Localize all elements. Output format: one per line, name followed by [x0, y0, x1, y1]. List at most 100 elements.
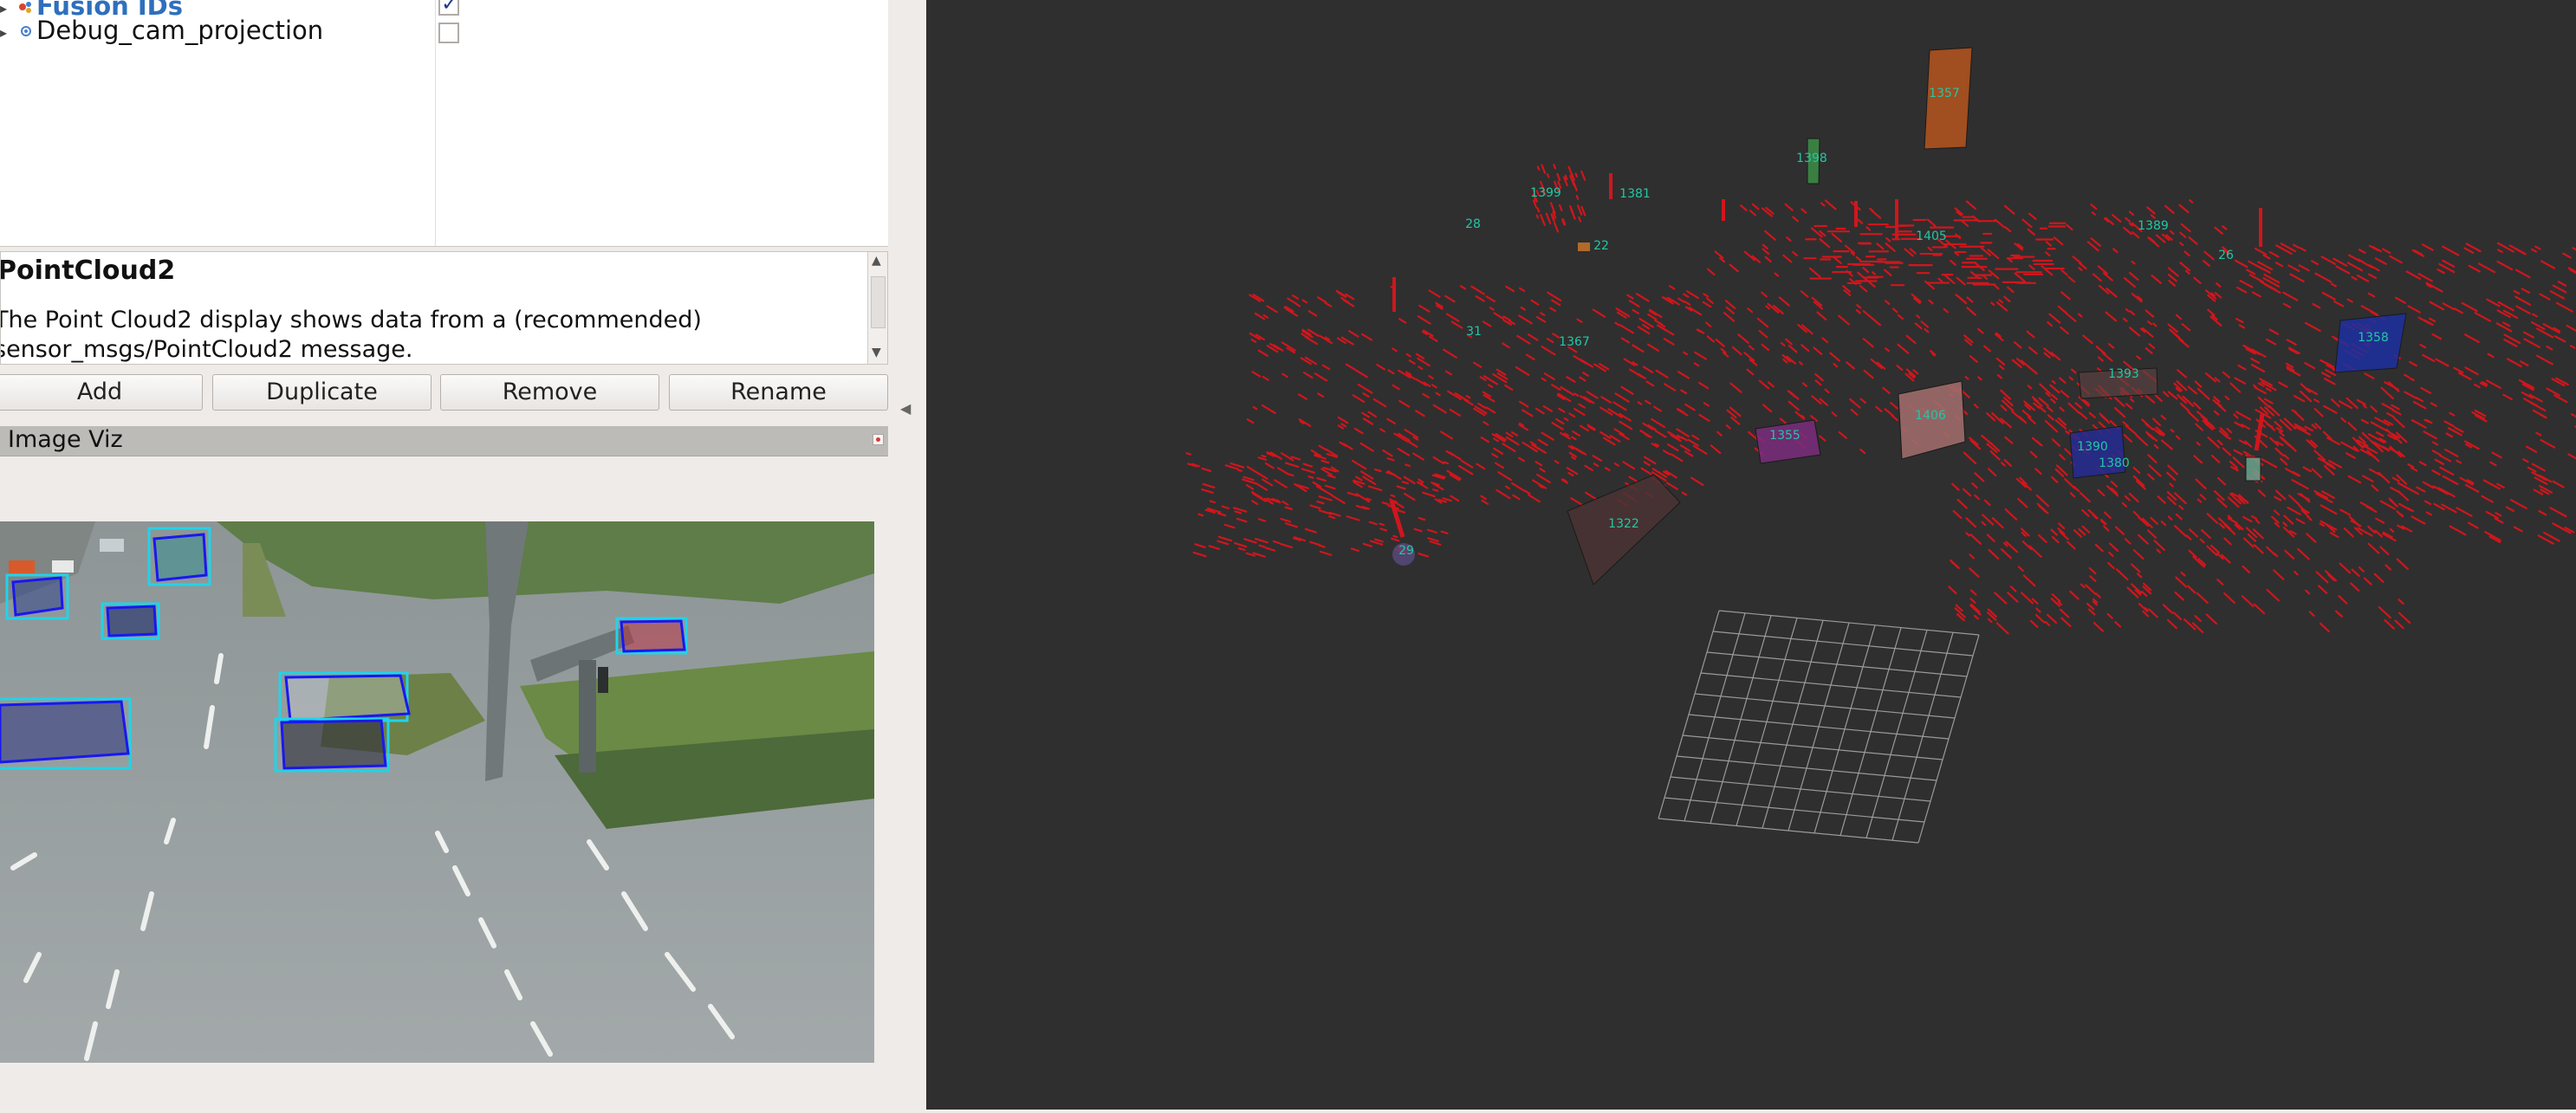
point-cloud-segment: [1705, 321, 1712, 327]
point-cloud-segment: [2431, 469, 2441, 476]
point-cloud-segment: [1691, 434, 1700, 441]
point-cloud-segment: [1245, 484, 1255, 490]
point-cloud-segment: [2388, 381, 2400, 392]
point-cloud-segment: [1331, 495, 1346, 505]
point-cloud-segment: [1470, 285, 1485, 295]
point-cloud-segment: [1604, 466, 1611, 472]
3d-viewport[interactable]: 1357 1398 1399 1381 28 22 1405 1389 26 31 1367 1358…: [926, 0, 2576, 1110]
point-cloud-segment: [1444, 294, 1456, 303]
point-cloud-segment: [1856, 304, 1862, 309]
point-cloud-segment: [2241, 595, 2255, 608]
point-cloud-segment: [1614, 321, 1620, 327]
point-cloud-segment: [2141, 591, 2148, 598]
point-cloud-segment: [2300, 493, 2311, 503]
point-cloud-segment: [2206, 513, 2219, 525]
close-icon[interactable]: [873, 434, 884, 445]
rename-button[interactable]: Rename: [669, 374, 888, 411]
point-cloud-segment: [1600, 396, 1612, 404]
point-cloud-segment: [2358, 249, 2366, 255]
point-cloud-segment: [1798, 361, 1803, 366]
point-cloud-segment: [1859, 398, 1866, 404]
duplicate-button[interactable]: Duplicate: [212, 374, 431, 411]
visibility-checkbox[interactable]: [438, 23, 459, 43]
scroll-up-icon[interactable]: ▲: [872, 254, 881, 268]
collapse-panel-icon[interactable]: ◀: [900, 400, 911, 417]
point-cloud-segment: [1628, 300, 1640, 308]
point-cloud-segment: [2103, 511, 2112, 520]
point-cloud-segment: [2169, 328, 2181, 339]
remove-button[interactable]: Remove: [440, 374, 659, 411]
point-cloud-segment: [2222, 371, 2230, 379]
point-cloud-segment: [1236, 517, 1248, 523]
scroll-down-icon[interactable]: ▼: [872, 346, 881, 359]
point-cloud-segment: [1523, 489, 1531, 495]
point-cloud-segment: [2391, 409, 2402, 416]
point-cloud-segment: [1684, 450, 1694, 457]
point-cloud-segment: [1413, 527, 1423, 533]
point-cloud-segment: [2404, 373, 2410, 379]
point-cloud-segment: [1489, 307, 1495, 311]
point-cloud-segment: [2497, 301, 2515, 312]
point-cloud-segment: [2409, 377, 2415, 382]
point-cloud-segment: [2318, 585, 2328, 594]
point-cloud-segment: [2273, 553, 2279, 558]
point-cloud-segment: [2478, 262, 2496, 274]
point-cloud-segment: [1593, 363, 1606, 372]
point-cloud-segment: [2179, 402, 2190, 412]
point-cloud-segment: [1386, 417, 1396, 425]
point-cloud-segment: [2422, 481, 2435, 489]
point-cloud-segment: [1422, 491, 1436, 498]
point-cloud-segment: [2050, 476, 2059, 483]
point-cloud-segment: [1262, 314, 1269, 319]
point-cloud-segment: [1973, 404, 1979, 409]
point-cloud-segment: [2330, 282, 2337, 288]
point-cloud-segment: [2238, 324, 2246, 329]
description-scrollbar[interactable]: ▲ ▼: [867, 252, 887, 364]
point-cloud-segment: [1403, 492, 1416, 501]
point-cloud-segment: [2474, 312, 2492, 322]
point-cloud-scene[interactable]: 1357 1398 1399 1381 28 22 1405 1389 26 31 1367 1358…: [926, 0, 2576, 1110]
point-cloud-segment: [1535, 407, 1545, 415]
point-cloud-segment: [2339, 508, 2352, 516]
point-cloud-segment: [2405, 270, 2421, 280]
point-cloud-segment: [2423, 430, 2437, 440]
point-cloud-segment: [2535, 354, 2553, 366]
point-cloud-segment: [2175, 513, 2183, 521]
point-cloud-segment: [1535, 461, 1543, 467]
point-cloud-segment: [2026, 330, 2035, 339]
point-cloud-segment: [2101, 352, 2113, 362]
point-cloud-segment: [1865, 226, 1872, 231]
point-cloud-segment: [1209, 500, 1216, 504]
point-cloud-segment: [2442, 302, 2456, 311]
point-cloud-segment: [2250, 364, 2266, 372]
point-cloud-segment: [2046, 405, 2054, 412]
point-cloud-segment: [1536, 315, 1547, 323]
point-cloud-segment: [2004, 226, 2012, 233]
expand-arrow-icon[interactable]: ▸: [0, 0, 7, 16]
point-cloud-segment: [1360, 411, 1370, 418]
point-cloud-segment: [2242, 450, 2250, 456]
point-cloud-segment: [2000, 404, 2008, 411]
point-cloud-segment: [2274, 447, 2285, 457]
point-cloud-segment: [1632, 344, 1645, 353]
point-cloud-segment: [1192, 551, 1207, 558]
point-cloud-segment: [1592, 455, 1603, 463]
point-cloud-segment: [1319, 550, 1333, 556]
point-cloud-segment: [1286, 472, 1294, 477]
expand-arrow-icon[interactable]: ▸: [0, 24, 7, 41]
tree-row-debug-cam-projection[interactable]: ▸ Debug_cam_projection: [0, 16, 888, 50]
visibility-checkbox[interactable]: ✓: [438, 0, 459, 16]
point-cloud-segment: [1284, 506, 1293, 511]
point-cloud-segment: [2543, 531, 2554, 539]
point-cloud-segment: [2411, 515, 2426, 525]
scroll-thumb[interactable]: [871, 276, 886, 328]
point-cloud-segment: [1698, 413, 1710, 422]
point-cloud-segment: [2102, 272, 2113, 281]
point-cloud-segment: [2143, 393, 2156, 404]
add-button[interactable]: Add: [0, 374, 203, 411]
point-cloud-segment: [1320, 459, 1330, 464]
point-cloud-segment: [2223, 592, 2236, 605]
point-cloud-segment: [2525, 445, 2538, 453]
point-cloud-segment: [2381, 248, 2391, 255]
point-cloud-segment: [2173, 525, 2188, 538]
